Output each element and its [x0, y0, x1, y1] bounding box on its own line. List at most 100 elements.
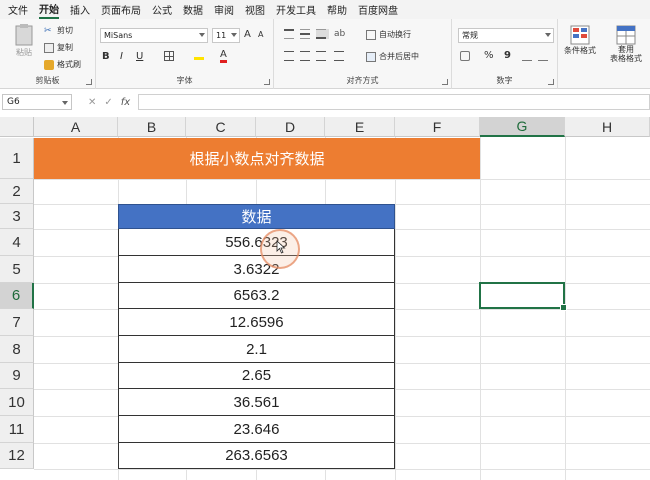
- title-banner-cell[interactable]: 根据小数点对齐数据: [34, 138, 480, 179]
- table-format-button[interactable]: 套用 表格格式: [610, 25, 642, 63]
- cut-label: 剪切: [57, 26, 73, 35]
- row-header-11[interactable]: 11: [0, 416, 34, 443]
- align-middle-button[interactable]: [300, 29, 313, 39]
- orientation-button[interactable]: ab: [334, 29, 347, 39]
- align-center-button[interactable]: [300, 51, 313, 61]
- conditional-format-button[interactable]: 条件格式: [564, 25, 596, 56]
- shrink-font-button[interactable]: A: [258, 30, 263, 39]
- table-cell[interactable]: 3.6322: [118, 256, 395, 283]
- column-header-h[interactable]: H: [565, 117, 650, 137]
- conditional-format-label: 条件格式: [564, 46, 596, 55]
- table-cell[interactable]: 2.65: [118, 363, 395, 389]
- row-header-2[interactable]: 2: [0, 179, 34, 204]
- fill-color-button[interactable]: [194, 50, 207, 60]
- underline-button[interactable]: U: [136, 51, 143, 62]
- row-header-5[interactable]: 5: [0, 256, 34, 283]
- underline-glyph: U: [136, 51, 144, 62]
- table-cell[interactable]: 2.1: [118, 336, 395, 363]
- menu-data[interactable]: 数据: [183, 2, 203, 17]
- decrease-decimal-button[interactable]: [538, 51, 551, 61]
- column-header-e[interactable]: E: [325, 117, 395, 137]
- menu-page-layout[interactable]: 页面布局: [101, 2, 141, 17]
- font-color-button[interactable]: A: [220, 49, 227, 63]
- number-launcher-icon[interactable]: [548, 79, 554, 85]
- formula-input[interactable]: [138, 94, 650, 110]
- bold-button[interactable]: B: [102, 51, 110, 62]
- row-header-8[interactable]: 8: [0, 336, 34, 363]
- row-header-6[interactable]: 6: [0, 283, 34, 309]
- merge-center-button[interactable]: 合并后居中: [366, 51, 419, 62]
- comma-glyph: 9: [504, 50, 511, 61]
- font-color-glyph: A: [220, 49, 227, 60]
- increase-decimal-button[interactable]: [522, 51, 535, 61]
- table-cell[interactable]: 556.6323: [118, 229, 395, 256]
- italic-button[interactable]: I: [120, 51, 123, 62]
- alignment-group-label: 对齐方式: [346, 76, 379, 85]
- gridline: [34, 469, 650, 470]
- column-header-g[interactable]: G: [480, 117, 565, 137]
- formula-actions: ✕ ✓ fx: [88, 94, 138, 110]
- row-header-4[interactable]: 4: [0, 229, 34, 256]
- align-top-button[interactable]: [284, 29, 297, 39]
- menu-file[interactable]: 文件: [8, 2, 28, 17]
- copy-button[interactable]: 复制: [44, 42, 73, 53]
- font-size-select[interactable]: 11: [212, 28, 240, 43]
- align-right-button[interactable]: [316, 51, 329, 61]
- menu-help[interactable]: 帮助: [327, 2, 347, 17]
- table-cell[interactable]: 263.6563: [118, 443, 395, 469]
- table-cell[interactable]: 23.646: [118, 416, 395, 443]
- clipboard-launcher-icon[interactable]: [86, 79, 92, 85]
- align-left-button[interactable]: [284, 51, 297, 61]
- column-header-f[interactable]: F: [395, 117, 480, 137]
- menu-developer[interactable]: 开发工具: [276, 2, 316, 17]
- format-painter-button[interactable]: 格式刷: [44, 59, 81, 70]
- number-format-select[interactable]: 常规: [458, 28, 554, 43]
- menu-view[interactable]: 视图: [245, 2, 265, 17]
- comma-button[interactable]: 9: [504, 50, 511, 61]
- font-launcher-icon[interactable]: [264, 79, 270, 85]
- name-box[interactable]: G6: [2, 94, 72, 110]
- border-button[interactable]: [164, 51, 177, 61]
- menu-baidu-netdisk[interactable]: 百度网盘: [358, 2, 398, 17]
- row-header-12[interactable]: 12: [0, 443, 34, 469]
- percent-button[interactable]: %: [484, 50, 494, 61]
- align-bottom-button[interactable]: [316, 29, 329, 39]
- table-cell[interactable]: 6563.2: [118, 283, 395, 309]
- enter-icon[interactable]: ✓: [104, 97, 112, 108]
- wrap-text-button[interactable]: 自动换行: [366, 29, 411, 40]
- paste-button[interactable]: 粘贴: [14, 23, 34, 58]
- column-header-b[interactable]: B: [118, 117, 186, 137]
- column-header-c[interactable]: C: [186, 117, 256, 137]
- font-name-select[interactable]: MiSans: [100, 28, 208, 43]
- select-all-corner[interactable]: [0, 117, 34, 137]
- align-left-icon: [284, 51, 294, 61]
- menu-formulas[interactable]: 公式: [152, 2, 172, 17]
- italic-glyph: I: [120, 51, 123, 62]
- menu-review[interactable]: 审阅: [214, 2, 234, 17]
- table-cell[interactable]: 12.6596: [118, 309, 395, 336]
- currency-button[interactable]: [460, 51, 473, 61]
- row-header-10[interactable]: 10: [0, 389, 34, 416]
- row-header-9[interactable]: 9: [0, 363, 34, 389]
- font-name-value: MiSans: [104, 31, 133, 40]
- border-icon: [164, 51, 174, 61]
- column-header-a[interactable]: A: [34, 117, 118, 137]
- cancel-icon[interactable]: ✕: [88, 97, 96, 108]
- wrap-text-icon: [366, 29, 376, 40]
- grow-font-button[interactable]: A: [244, 29, 251, 40]
- row-header-1[interactable]: 1: [0, 138, 34, 179]
- row-header-7[interactable]: 7: [0, 309, 34, 336]
- shrink-font-glyph: A: [258, 30, 264, 39]
- alignment-launcher-icon[interactable]: [442, 79, 448, 85]
- row-header-3[interactable]: 3: [0, 204, 34, 229]
- menu-home[interactable]: 开始: [39, 1, 59, 19]
- chevron-down-icon: [545, 33, 551, 37]
- table-cell[interactable]: 36.561: [118, 389, 395, 416]
- table-header-cell[interactable]: 数据: [118, 204, 395, 229]
- decrease-indent-button[interactable]: [334, 51, 347, 61]
- function-icon[interactable]: fx: [121, 97, 130, 108]
- menu-insert[interactable]: 插入: [70, 2, 90, 17]
- column-header-d[interactable]: D: [256, 117, 325, 137]
- active-cell-g6[interactable]: [479, 282, 567, 311]
- cut-button[interactable]: ✂ 剪切: [44, 25, 73, 36]
